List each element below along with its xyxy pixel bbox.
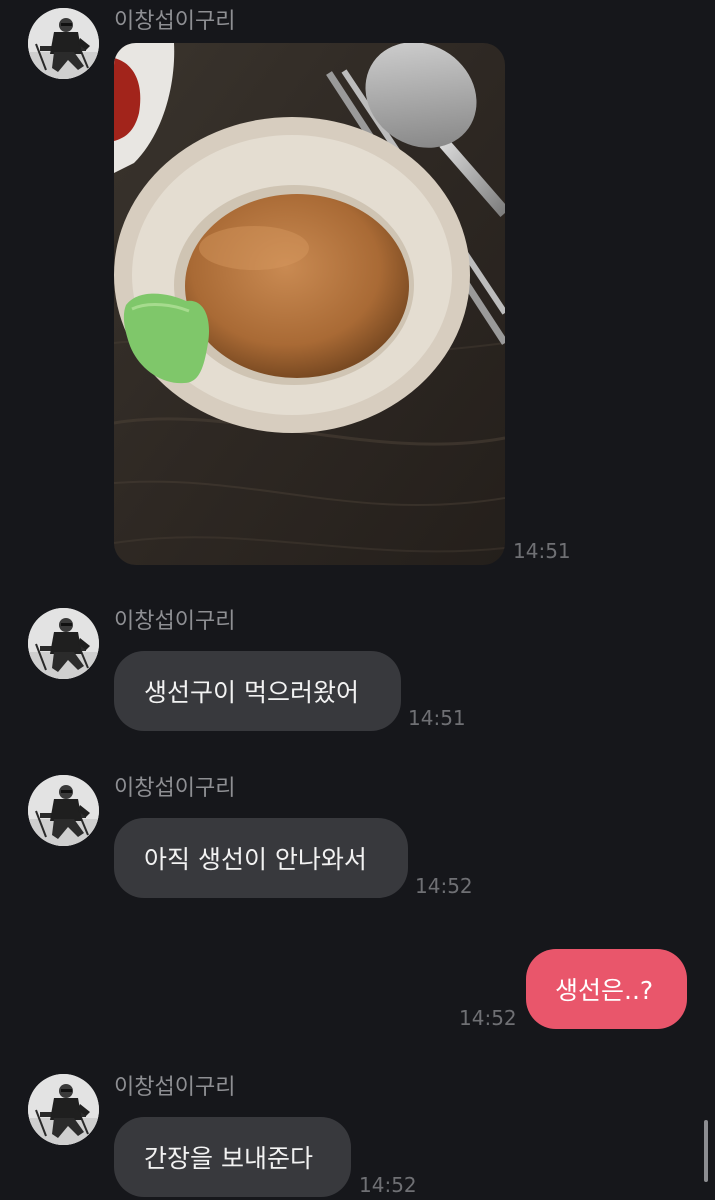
soy-sauce-bowl-photo[interactable] bbox=[114, 43, 505, 565]
message-bubble[interactable]: 생선은..? bbox=[526, 949, 687, 1029]
sender-name: 이창섭이구리 bbox=[114, 9, 236, 34]
sender-name: 이창섭이구리 bbox=[114, 776, 236, 801]
sender-name: 이창섭이구리 bbox=[114, 1075, 236, 1100]
message-time: 14:52 bbox=[359, 1173, 417, 1197]
sender-avatar[interactable] bbox=[28, 608, 99, 679]
sender-avatar[interactable] bbox=[28, 775, 99, 846]
sender-avatar[interactable] bbox=[28, 8, 99, 79]
sender-avatar[interactable] bbox=[28, 1074, 99, 1145]
message-bubble[interactable]: 생선구이 먹으러왔어 bbox=[114, 651, 401, 731]
message-bubble[interactable]: 아직 생선이 안나와서 bbox=[114, 818, 408, 898]
message-time: 14:51 bbox=[408, 706, 466, 730]
message-time: 14:52 bbox=[459, 1006, 517, 1030]
message-time: 14:51 bbox=[513, 539, 571, 563]
message-time: 14:52 bbox=[415, 874, 473, 898]
message-bubble[interactable]: 간장을 보내준다 bbox=[114, 1117, 351, 1197]
scrollbar[interactable] bbox=[704, 1120, 708, 1182]
sender-name: 이창섭이구리 bbox=[114, 609, 236, 634]
